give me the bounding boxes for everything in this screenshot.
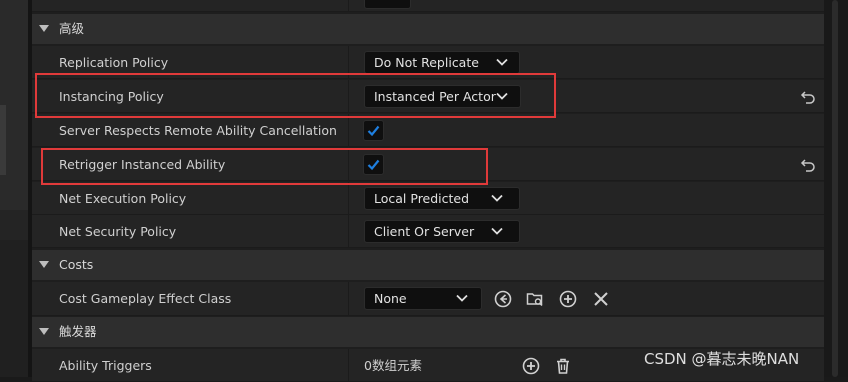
property-instancing-policy: Instancing Policy Instanced Per Actor	[32, 80, 824, 113]
left-panel-scroll	[0, 105, 6, 175]
chevron-down-icon	[496, 58, 508, 66]
chevron-down-icon	[491, 227, 503, 235]
property-net-security-policy: Net Security Policy Client Or Server	[32, 215, 824, 248]
use-selected-icon[interactable]	[494, 290, 512, 308]
property-label: Replication Policy	[59, 55, 169, 70]
net-execution-policy-dropdown[interactable]: Local Predicted	[364, 187, 520, 210]
dropdown-value: Instanced Per Actor	[374, 89, 496, 104]
property-label: Net Security Policy	[59, 224, 177, 239]
checkmark-icon	[367, 159, 380, 171]
instancing-policy-dropdown[interactable]: Instanced Per Actor	[364, 85, 521, 108]
add-element-icon[interactable]	[522, 357, 540, 375]
property-label: Server Respects Remote Ability Cancellat…	[59, 123, 337, 138]
collapse-arrow-icon[interactable]	[39, 25, 49, 32]
dropdown-value: Do Not Replicate	[374, 55, 479, 70]
property-label: Retrigger Instanced Ability	[59, 157, 226, 172]
replication-policy-dropdown[interactable]: Do Not Replicate	[364, 51, 520, 74]
category-triggers[interactable]: 触发器	[32, 317, 824, 347]
value-widget-stub	[364, 0, 411, 9]
property-label: Cost Gameplay Effect Class	[59, 291, 232, 306]
reset-to-default-icon[interactable]	[800, 89, 816, 105]
category-title: 触发器	[59, 324, 97, 339]
retrigger-instanced-ability-checkbox[interactable]	[363, 154, 384, 175]
property-label: Instancing Policy	[59, 89, 164, 104]
trash-icon[interactable]	[554, 357, 572, 375]
server-respects-cancellation-checkbox[interactable]	[363, 120, 384, 141]
dropdown-value: Client Or Server	[374, 224, 475, 239]
clear-icon[interactable]	[592, 290, 610, 308]
reset-to-default-icon[interactable]	[800, 157, 816, 173]
watermark: CSDN @暮志未晚NAN	[644, 350, 800, 368]
cost-gameplay-effect-dropdown[interactable]: None	[364, 287, 482, 310]
browse-folder-icon[interactable]	[526, 290, 544, 308]
scrollbar[interactable]	[824, 0, 848, 377]
net-security-policy-dropdown[interactable]: Client Or Server	[364, 220, 520, 243]
dropdown-value: None	[374, 291, 407, 306]
property-retrigger-instanced-ability: Retrigger Instanced Ability	[32, 148, 824, 181]
add-icon[interactable]	[559, 290, 577, 308]
property-label: Ability Triggers	[59, 358, 152, 373]
chevron-down-icon	[491, 194, 503, 202]
collapse-arrow-icon[interactable]	[39, 261, 49, 268]
collapse-arrow-icon[interactable]	[39, 328, 49, 335]
left-panel-edge	[0, 0, 32, 377]
category-title: Costs	[59, 257, 94, 272]
array-count: 0数组元素	[364, 358, 422, 373]
property-replication-policy: Replication Policy Do Not Replicate	[32, 46, 824, 79]
category-advanced[interactable]: 高级	[32, 14, 824, 44]
chevron-down-icon	[496, 92, 508, 100]
scrollbar-thumb[interactable]	[832, 0, 838, 377]
property-cost-gameplay-effect-class: Cost Gameplay Effect Class None	[32, 282, 824, 316]
property-server-respects-cancellation: Server Respects Remote Ability Cancellat…	[32, 114, 824, 147]
category-costs[interactable]: Costs	[32, 250, 824, 280]
chevron-down-icon	[456, 294, 468, 302]
category-title: 高级	[59, 21, 85, 36]
partial-top-row	[32, 0, 824, 12]
property-net-execution-policy: Net Execution Policy Local Predicted	[32, 182, 824, 215]
checkmark-icon	[367, 125, 380, 137]
details-panel: 高级 Replication Policy Do Not Replicate I…	[32, 0, 824, 382]
dropdown-value: Local Predicted	[374, 191, 470, 206]
property-label: Net Execution Policy	[59, 191, 187, 206]
